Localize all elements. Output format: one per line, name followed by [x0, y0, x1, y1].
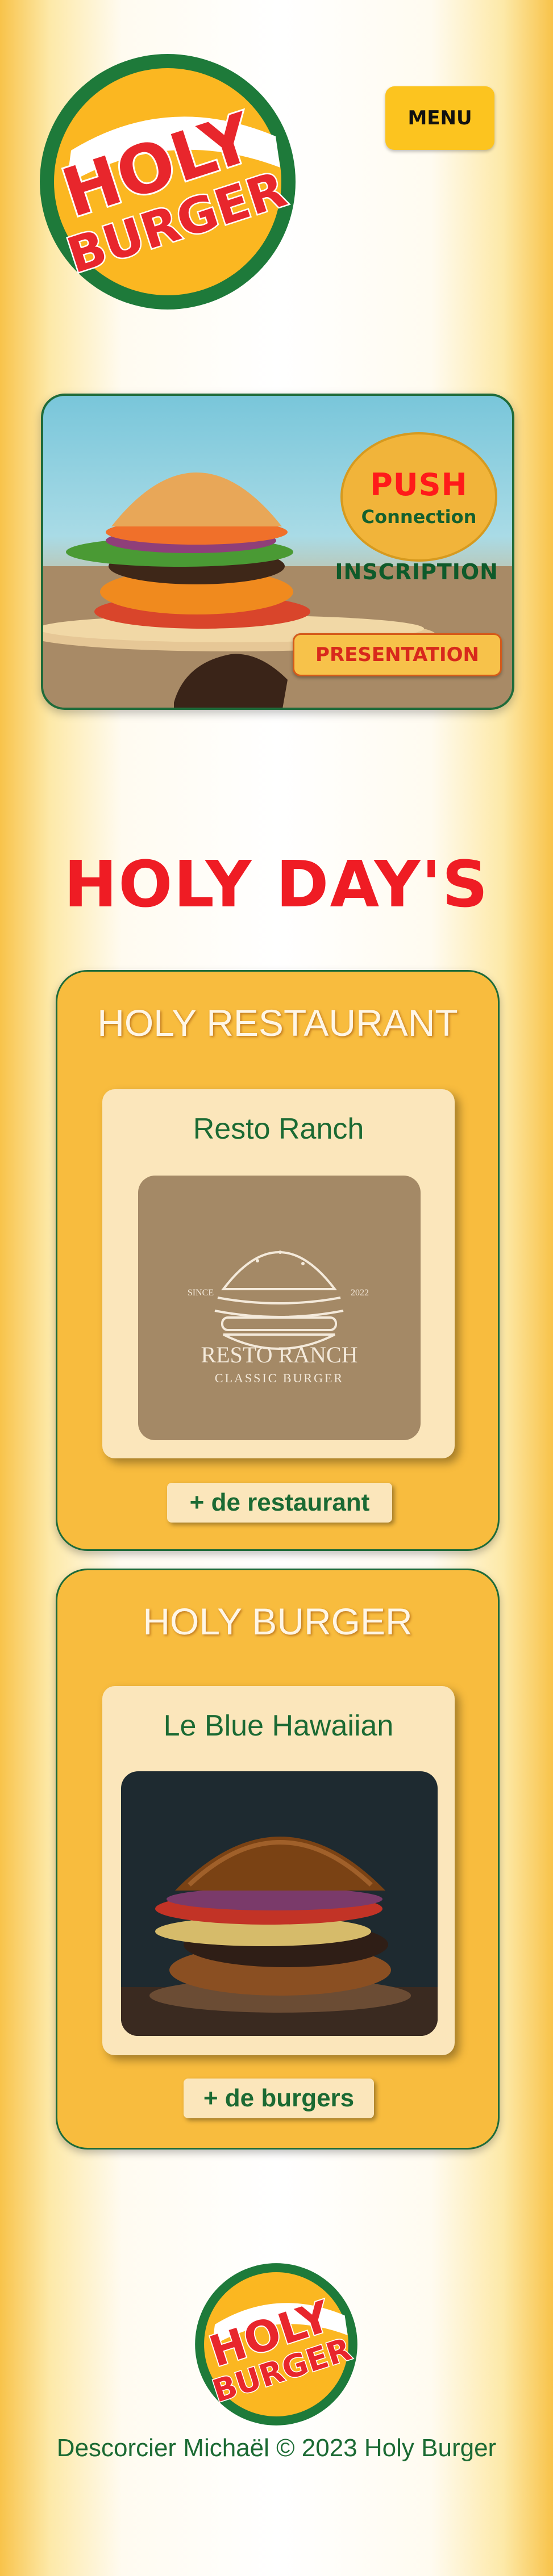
logo-graphic: HOLY BURGER [40, 54, 296, 310]
resto-ranch-name: RESTO RANCH [201, 1342, 358, 1368]
restaurant-item[interactable]: Resto Ranch SINCE 2022 RESTO RANCH CLASS… [102, 1089, 455, 1458]
card-title: HOLY BURGER [143, 1600, 413, 1642]
since-label: SINCE [187, 1288, 214, 1298]
hero-banner: PUSH Connection INSCRIPTION PRESENTATION [41, 394, 514, 710]
footer-logo-graphic: HOLY BURGER [195, 2263, 357, 2426]
presentation-button[interactable]: PRESENTATION [293, 633, 502, 676]
menu-button[interactable]: MENU [385, 86, 494, 150]
card-holy-restaurant: HOLY RESTAURANT Resto Ranch SINCE 2022 R… [56, 970, 500, 1551]
year-label: 2022 [351, 1288, 369, 1298]
item-title: Resto Ranch [193, 1113, 364, 1145]
card-holy-burger: HOLY BURGER Le Blue Hawaiian + de burger… [56, 1569, 500, 2150]
resto-ranch-logo-image: SINCE 2022 RESTO RANCH CLASSIC BURGER [138, 1176, 421, 1440]
resto-ranch-tagline: CLASSIC BURGER [214, 1371, 344, 1385]
burger-line-art-icon [214, 1251, 344, 1350]
connection-label: Connection [361, 505, 477, 528]
burger-item[interactable]: Le Blue Hawaiian [102, 1686, 455, 2055]
push-label: PUSH [370, 466, 468, 503]
burger-photo-graphic [121, 1837, 438, 2036]
push-connection-button[interactable]: PUSH Connection [340, 432, 497, 562]
holy-burger-logo[interactable]: HOLY BURGER [37, 51, 298, 312]
footer-logo[interactable]: HOLY BURGER [193, 2261, 359, 2427]
item-title: Le Blue Hawaiian [163, 1709, 394, 1742]
more-burgers-button[interactable]: + de burgers [184, 2079, 374, 2118]
section-title: HOLY DAY'S [64, 848, 489, 922]
blue-hawaiian-burger-image [121, 1771, 438, 2036]
inscription-link[interactable]: INSCRIPTION [335, 559, 498, 584]
more-restaurants-button[interactable]: + de restaurant [167, 1483, 392, 1523]
footer-copyright: Descorcier Michaël © 2023 Holy Burger [56, 2434, 497, 2462]
card-title: HOLY RESTAURANT [97, 1002, 458, 1044]
